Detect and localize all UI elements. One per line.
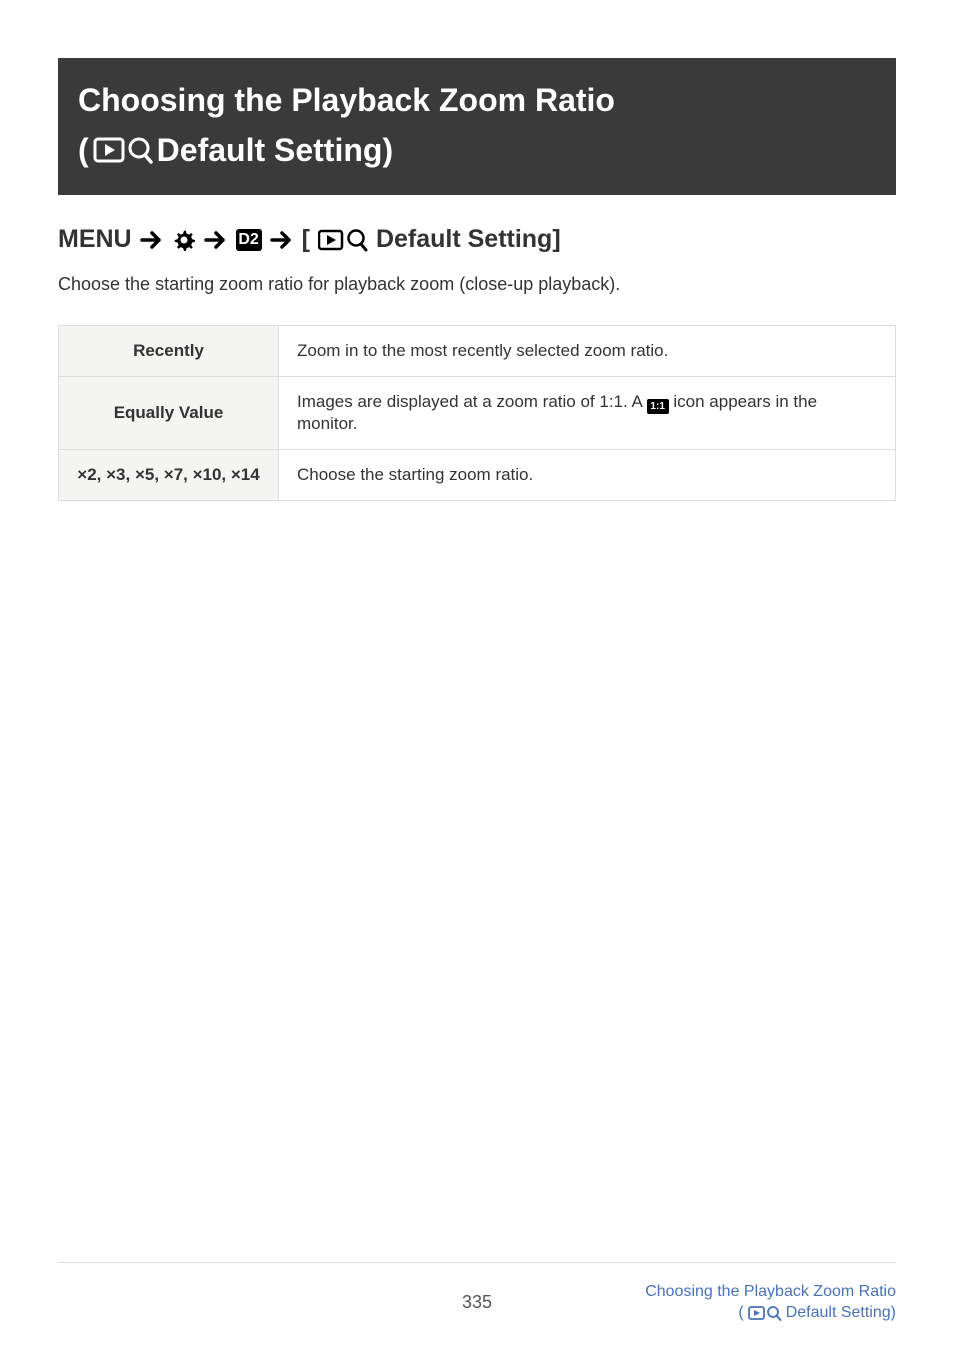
page-footer: 335 Choosing the Playback Zoom Ratio ( D… [58,1262,896,1324]
arrow-right-icon [270,230,294,250]
intro-text: Choose the starting zoom ratio for playb… [58,274,896,295]
row-label: ×2, ×3, ×5, ×7, ×10, ×14 [59,450,279,501]
breadcrumb-bracket-open: [ [302,225,310,254]
title-suffix: Default Setting) [157,126,393,176]
playback-zoom-icon [748,1305,782,1321]
one-to-one-icon: 1:1 [647,399,669,414]
row-desc: Zoom in to the most recently selected zo… [279,326,896,377]
options-table: Recently Zoom in to the most recently se… [58,325,896,501]
gear-icon [172,228,196,252]
playback-zoom-icon [318,228,368,252]
title-line1: Choosing the Playback Zoom Ratio [78,82,615,118]
arrow-right-icon [204,230,228,250]
footer-link-prefix: ( [738,1302,743,1324]
d2-badge: D2 [236,229,262,251]
breadcrumb-suffix-text: Default Setting] [376,225,561,254]
footer-section-link[interactable]: Choosing the Playback Zoom Ratio ( Defau… [617,1281,896,1324]
page-title-bar: Choosing the Playback Zoom Ratio ( Defau… [58,58,896,195]
arrow-right-icon [140,230,164,250]
row-desc: Choose the starting zoom ratio. [279,450,896,501]
playback-zoom-icon [93,135,153,165]
row-desc: Images are displayed at a zoom ratio of … [279,377,896,450]
title-prefix: ( [78,126,89,176]
breadcrumb-menu-label: MENU [58,225,132,254]
breadcrumb: MENU D2 [ Default Setting] [58,225,896,254]
table-row: ×2, ×3, ×5, ×7, ×10, ×14 Choose the star… [59,450,896,501]
row-label: Equally Value [59,377,279,450]
table-row: Equally Value Images are displayed at a … [59,377,896,450]
row-label: Recently [59,326,279,377]
footer-link-suffix: Default Setting) [786,1302,896,1324]
footer-link-line1: Choosing the Playback Zoom Ratio [617,1281,896,1303]
page-number: 335 [337,1292,616,1313]
table-row: Recently Zoom in to the most recently se… [59,326,896,377]
